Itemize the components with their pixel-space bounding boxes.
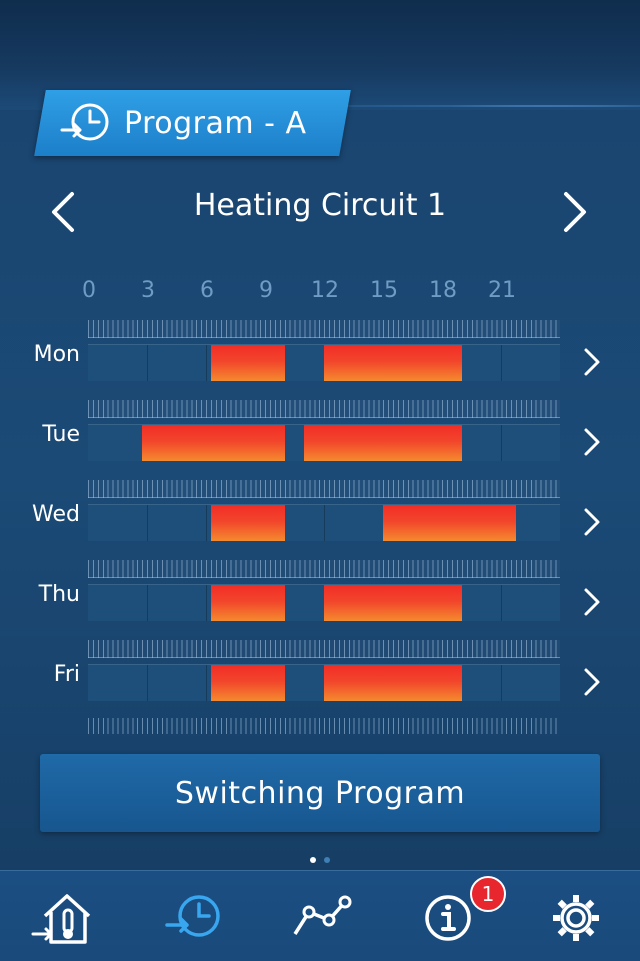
timeline-gridline [324,505,325,541]
chevron-right-icon[interactable] [580,424,604,460]
timeline-gridline [147,665,148,701]
timeline-gridline [501,665,502,701]
hour-ruler [88,400,560,418]
heating-period[interactable] [210,505,285,541]
day-row-thu[interactable]: Thu [0,560,640,621]
heating-period[interactable] [142,425,285,461]
switching-program-button[interactable]: Switching Program [40,754,600,832]
day-row-tue[interactable]: Tue [0,400,640,461]
timeline-gridline [501,585,502,621]
timeline-gridline [206,585,207,621]
tab-bar [0,870,640,961]
home-temperature-icon [31,894,91,944]
heating-period[interactable] [210,585,285,621]
circuit-title: Heating Circuit 1 [193,188,447,223]
hour-label: 3 [141,278,155,303]
hour-ruler [88,480,560,498]
day-row-fri[interactable]: Fri [0,640,640,701]
chevron-right-icon[interactable] [580,664,604,700]
day-label: Fri [53,662,80,687]
tab-home[interactable] [28,883,100,953]
timeline-gridline [206,345,207,381]
heating-period[interactable] [383,505,516,541]
hour-label: 18 [429,278,457,303]
page-dot[interactable] [324,857,330,863]
day-timeline[interactable] [88,344,560,381]
hour-axis: 0 3 6 9 12 15 18 21 [0,278,640,308]
hour-label: 0 [82,278,96,303]
page-dot-active[interactable] [310,857,316,863]
program-tab[interactable]: Program - A [60,90,307,156]
day-timeline[interactable] [88,664,560,701]
heating-period[interactable] [324,345,462,381]
hour-ruler [88,718,560,734]
hour-ruler [88,640,560,658]
timeline-gridline [206,665,207,701]
day-row-wed[interactable]: Wed [0,480,640,541]
chevron-right-icon[interactable] [580,584,604,620]
day-label: Tue [42,422,80,447]
chevron-right-icon [564,192,586,232]
program-title: Program - A [124,105,307,141]
timeline-gridline [206,505,207,541]
chevron-right-icon[interactable] [580,344,604,380]
day-label: Wed [32,502,80,527]
heating-period[interactable] [324,665,462,701]
page-indicator [0,848,640,867]
hour-label: 6 [200,278,214,303]
graph-icon [293,895,352,935]
hour-label: 9 [259,278,273,303]
clock-arrow-icon [60,103,109,141]
heating-period[interactable] [210,665,285,701]
gear-icon [553,895,599,941]
hour-ruler [88,560,560,578]
day-label: Thu [38,582,80,607]
timeline-gridline [501,345,502,381]
chevron-right-icon[interactable] [580,504,604,540]
day-row-mon[interactable]: Mon [0,320,640,381]
timeline-gridline [501,425,502,461]
day-timeline[interactable] [88,584,560,621]
timeline-gridline [147,585,148,621]
heating-period[interactable] [324,585,462,621]
tab-charts[interactable] [285,883,357,953]
info-icon [425,895,471,941]
info-badge: 1 [470,876,506,912]
day-label: Mon [33,342,80,367]
hour-label: 12 [311,278,339,303]
heating-period[interactable] [304,425,462,461]
hour-label: 15 [370,278,398,303]
heating-period[interactable] [210,345,285,381]
hour-ruler [88,320,560,338]
day-timeline[interactable] [88,424,560,461]
day-timeline[interactable] [88,504,560,541]
tab-program[interactable] [158,883,230,953]
clock-arrow-icon [165,895,220,937]
next-circuit-button[interactable] [550,186,600,236]
timeline-gridline [147,345,148,381]
timeline-gridline [147,505,148,541]
tab-settings[interactable] [540,883,612,953]
hour-label: 21 [488,278,516,303]
circuit-navigation: Heating Circuit 1 [0,180,640,240]
